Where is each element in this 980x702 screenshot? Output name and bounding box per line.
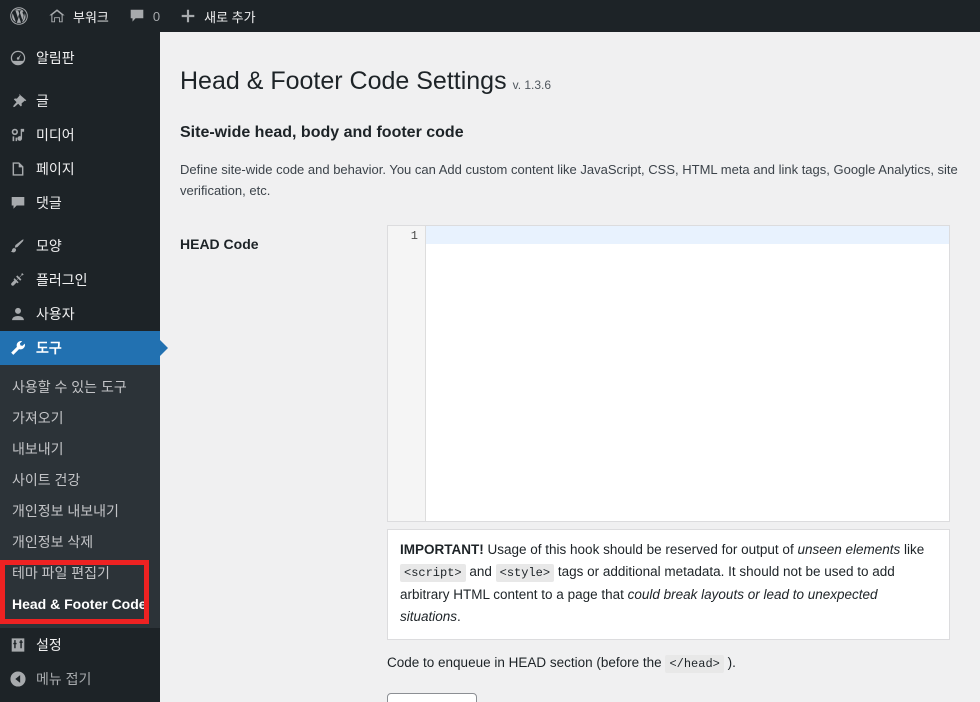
head-code-label: HEAD Code — [180, 236, 259, 253]
notice-code-script-tag: <script> — [400, 564, 466, 583]
section-title: Site-wide head, body and footer code — [180, 123, 464, 141]
head-priority-cell — [387, 692, 960, 702]
sidebar-item-label: 플러그인 — [36, 272, 88, 288]
page-title: Head & Footer Code Settings v. 1.3.6 — [180, 56, 960, 102]
head-priority-label: HEAD Priority — [180, 693, 387, 702]
sidebar-item-label: 댓글 — [36, 195, 62, 211]
head-priority-input[interactable] — [387, 692, 477, 702]
section-description: Define site-wide code and behavior. You … — [180, 161, 958, 198]
tools-submenu: 사용할 수 있는 도구 가져오기 내보내기 사이트 건강 개인정보 내보내기 개… — [0, 365, 160, 628]
submenu-site-health[interactable]: 사이트 건강 — [0, 465, 160, 496]
settings-form-table: HEAD Code 1 IMPORTANT! Usage of this hoo… — [180, 225, 960, 702]
notice-text-part2: like — [900, 542, 925, 558]
wrench-icon — [0, 339, 36, 357]
sidebar-item-label: 도구 — [36, 340, 62, 356]
head-code-editor[interactable]: 1 — [387, 225, 950, 523]
help-text-part1: Code to enqueue in HEAD section (before … — [387, 654, 666, 670]
pin-icon — [0, 92, 36, 110]
menu-top-spacer — [0, 32, 160, 41]
help-code-head-close-tag: </head> — [665, 654, 724, 673]
submenu-erase-personal-data[interactable]: 개인정보 삭제 — [0, 527, 160, 558]
media-icon — [0, 126, 36, 144]
main-content-area: Head & Footer Code Settings v. 1.3.6 Site… — [160, 32, 980, 702]
sidebar-item-label: 페이지 — [36, 161, 75, 177]
sidebar-item-label: 설정 — [36, 637, 62, 653]
notice-text-part3: and — [465, 564, 496, 580]
sidebar-item-label: 글 — [36, 93, 49, 109]
new-content-label: 새로 추가 — [204, 9, 256, 25]
head-code-textarea[interactable] — [426, 226, 949, 522]
submenu-export-personal-data[interactable]: 개인정보 내보내기 — [0, 496, 160, 527]
site-name-label: 부워크 — [73, 9, 109, 25]
collapse-menu-button[interactable]: 메뉴 접기 — [0, 662, 160, 696]
sidebar-item-label: 알림판 — [36, 50, 75, 66]
sidebar-item-appearance[interactable]: 모양 — [0, 229, 160, 263]
sidebar-item-label: 모양 — [36, 238, 62, 254]
sidebar-item-pages[interactable]: 페이지 — [0, 152, 160, 186]
sidebar-item-media[interactable]: 미디어 — [0, 118, 160, 152]
submenu-import[interactable]: 가져오기 — [0, 403, 160, 434]
notice-important-label: IMPORTANT! — [400, 542, 484, 558]
page-title-text: Head & Footer Code Settings — [180, 67, 507, 95]
wordpress-logo-icon — [9, 6, 29, 26]
site-name-menu-item[interactable]: 부워크 — [38, 0, 118, 32]
notice-code-style-tag: <style> — [495, 564, 555, 583]
submenu-theme-file-editor[interactable]: 테마 파일 편집기 — [0, 558, 160, 589]
menu-separator — [0, 220, 160, 229]
sidebar-item-plugins[interactable]: 플러그인 — [0, 263, 160, 297]
collapse-arrow-icon — [0, 670, 36, 688]
sidebar-item-tools[interactable]: 도구 — [0, 331, 168, 365]
head-code-row: HEAD Code 1 IMPORTANT! Usage of this hoo… — [180, 225, 960, 692]
notice-text-part5: . — [457, 608, 461, 624]
head-code-cell: 1 IMPORTANT! Usage of this hook should b… — [387, 225, 960, 692]
comment-bubble-icon — [0, 194, 36, 212]
sidebar-item-settings[interactable]: 설정 — [0, 628, 160, 662]
dashboard-icon — [0, 49, 36, 67]
user-icon — [0, 305, 36, 323]
admin-sidebar-menu: 알림판 글 미디어 페이지 댓글 모양 플러그인 사용자 도구 사용할 수 있는… — [0, 32, 168, 702]
submenu-head-footer-code[interactable]: Head & Footer Code — [0, 589, 160, 620]
home-icon — [47, 6, 67, 26]
help-text-part2: ). — [723, 654, 736, 670]
head-priority-row: HEAD Priority — [180, 692, 960, 702]
plus-icon — [178, 6, 198, 26]
head-code-help-text: Code to enqueue in HEAD section (before … — [387, 653, 950, 673]
head-code-important-notice: IMPORTANT! Usage of this hook should be … — [387, 529, 950, 640]
comment-bubble-icon — [127, 6, 147, 26]
sidebar-item-label: 사용자 — [36, 306, 75, 322]
sidebar-item-comments[interactable]: 댓글 — [0, 186, 160, 220]
plugin-version: v. 1.3.6 — [512, 78, 552, 92]
sidebar-item-posts[interactable]: 글 — [0, 84, 160, 118]
sidebar-item-users[interactable]: 사용자 — [0, 297, 160, 331]
comments-menu-item[interactable]: 0 — [118, 0, 169, 32]
appearance-brush-icon — [0, 237, 36, 255]
submenu-available-tools[interactable]: 사용할 수 있는 도구 — [0, 372, 160, 403]
line-number: 1 — [410, 229, 418, 244]
notice-text-part1: Usage of this hook should be reserved fo… — [483, 542, 798, 558]
plugin-plug-icon — [0, 271, 36, 289]
editor-line-gutter: 1 — [388, 226, 426, 522]
settings-sliders-icon — [0, 636, 36, 654]
menu-separator — [0, 75, 160, 84]
collapse-menu-label: 메뉴 접기 — [36, 671, 92, 687]
sidebar-item-dashboard[interactable]: 알림판 — [0, 41, 160, 75]
active-line-highlight — [426, 226, 949, 245]
new-content-menu-item[interactable]: 새로 추가 — [169, 0, 264, 32]
submenu-export[interactable]: 내보내기 — [0, 434, 160, 465]
settings-page-wrap: Head & Footer Code Settings v. 1.3.6 Site… — [160, 32, 980, 702]
page-icon — [0, 160, 36, 178]
admin-bar: 부워크 0 새로 추가 — [0, 0, 980, 32]
sidebar-item-label: 미디어 — [36, 127, 75, 143]
wp-logo-menu-item[interactable] — [0, 0, 38, 32]
notice-emphasis-1: unseen elements — [797, 542, 901, 558]
comments-count: 0 — [152, 8, 161, 24]
